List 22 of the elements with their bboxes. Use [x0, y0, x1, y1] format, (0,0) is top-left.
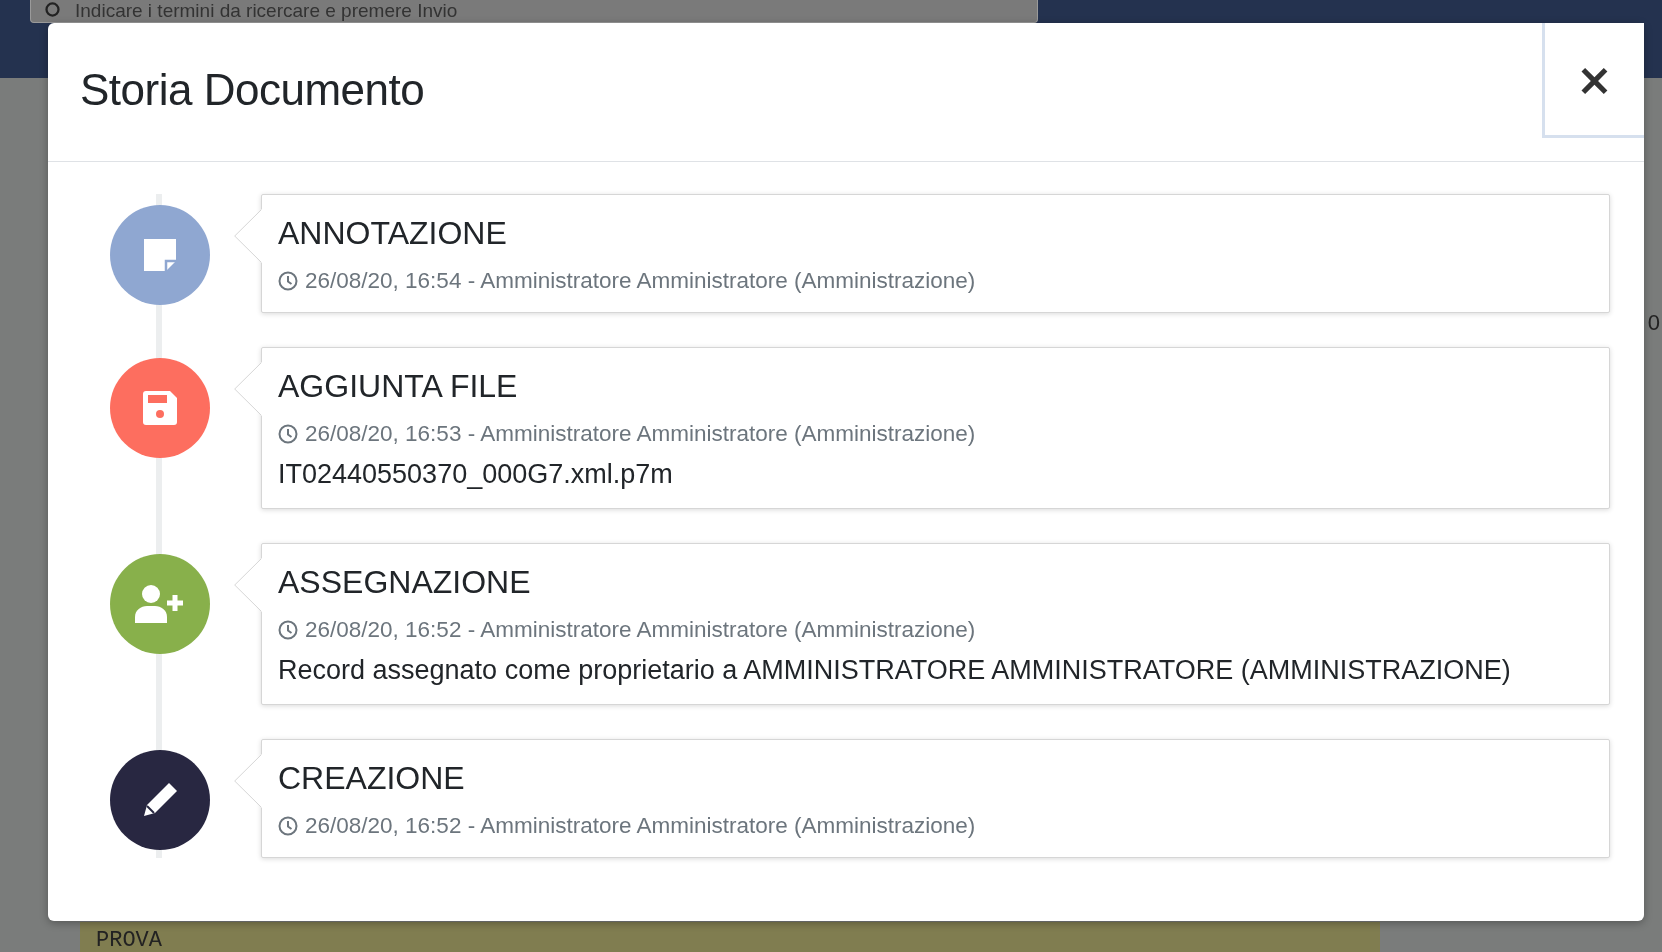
event-title: AGGIUNTA FILE	[278, 368, 519, 405]
event-title: ASSEGNAZIONE	[278, 564, 532, 601]
clock-icon	[278, 816, 298, 836]
page-text-fragment: 0	[1647, 310, 1660, 336]
close-button[interactable]: ×	[1542, 23, 1644, 138]
modal-title: Storia Documento	[79, 64, 425, 116]
pencil-icon	[141, 781, 179, 819]
clock-icon	[278, 424, 298, 444]
event-detail: Record assegnato come proprietario a AMMINISTRATORE AMMINISTRATORE (AMMINISTRAZIONE)	[278, 655, 1512, 686]
event-meta: 26/08/20, 16:52 - Amministratore Amministratore (Amministrazione)	[305, 617, 976, 643]
event-title: CREAZIONE	[278, 760, 466, 797]
search-icon	[45, 2, 63, 20]
event-meta: 26/08/20, 16:52 - Amministratore Amministratore (Amministrazione)	[305, 813, 976, 839]
note-label: PROVA	[96, 928, 162, 952]
event-title: ANNOTAZIONE	[278, 215, 508, 252]
event-detail: IT02440550370_000G7.xml.p7m	[278, 459, 674, 490]
clock-icon	[278, 620, 298, 640]
event-meta: 26/08/20, 16:53 - Amministratore Amministratore (Amministrazione)	[305, 421, 976, 447]
add-user-icon	[135, 585, 185, 623]
event-meta: 26/08/20, 16:54 - Amministratore Amministratore (Amministrazione)	[305, 268, 976, 294]
note-icon	[142, 237, 178, 273]
clock-icon	[278, 271, 298, 291]
